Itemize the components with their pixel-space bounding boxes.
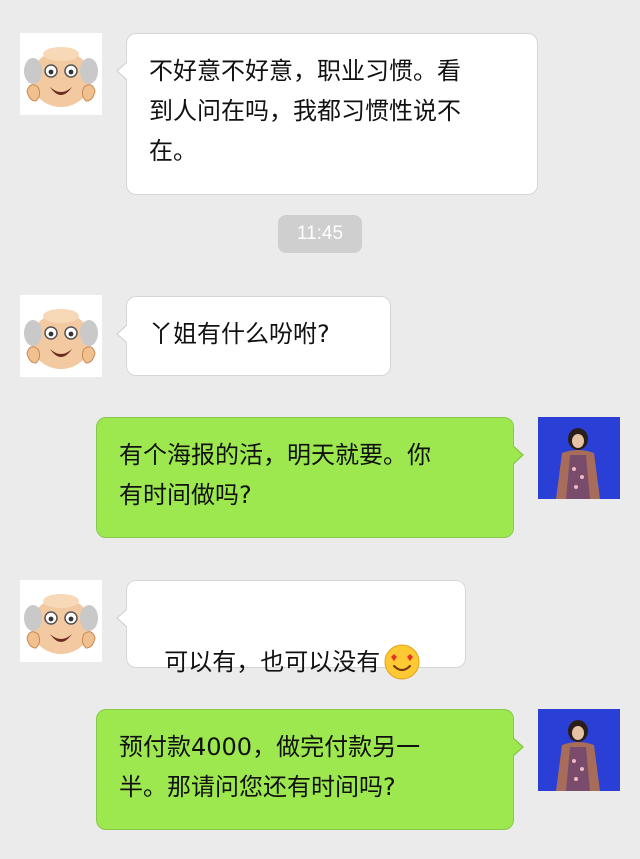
self-avatar[interactable] bbox=[538, 417, 620, 499]
message-bubble-outgoing[interactable]: 预付款4000，做完付款另一 半。那请问您还有时间吗? bbox=[96, 709, 524, 830]
contact-avatar[interactable] bbox=[20, 295, 102, 377]
message-bubble-incoming[interactable]: 可以有，也可以没有 bbox=[116, 580, 466, 680]
old-man-emoji-icon bbox=[23, 46, 99, 108]
contact-avatar[interactable] bbox=[20, 33, 102, 115]
message-bubble-incoming[interactable]: 丫姐有什么吩咐? bbox=[116, 296, 391, 376]
photo-avatar-icon bbox=[538, 709, 620, 791]
smiling-face-heart-eyes-icon bbox=[382, 642, 422, 682]
old-man-emoji-icon bbox=[23, 593, 99, 655]
message-bubble-incoming[interactable]: 不好意不好意，职业习惯。看 到人问在吗，我都习惯性说不 在。 bbox=[116, 33, 538, 195]
message-bubble-outgoing[interactable]: 有个海报的活，明天就要。你 有时间做吗? bbox=[96, 417, 524, 538]
self-avatar[interactable] bbox=[538, 709, 620, 791]
contact-avatar[interactable] bbox=[20, 580, 102, 662]
old-man-emoji-icon bbox=[23, 308, 99, 370]
message-text: 可以有，也可以没有 bbox=[164, 648, 381, 676]
timestamp: 11:45 bbox=[278, 215, 362, 253]
photo-avatar-icon bbox=[538, 417, 620, 499]
